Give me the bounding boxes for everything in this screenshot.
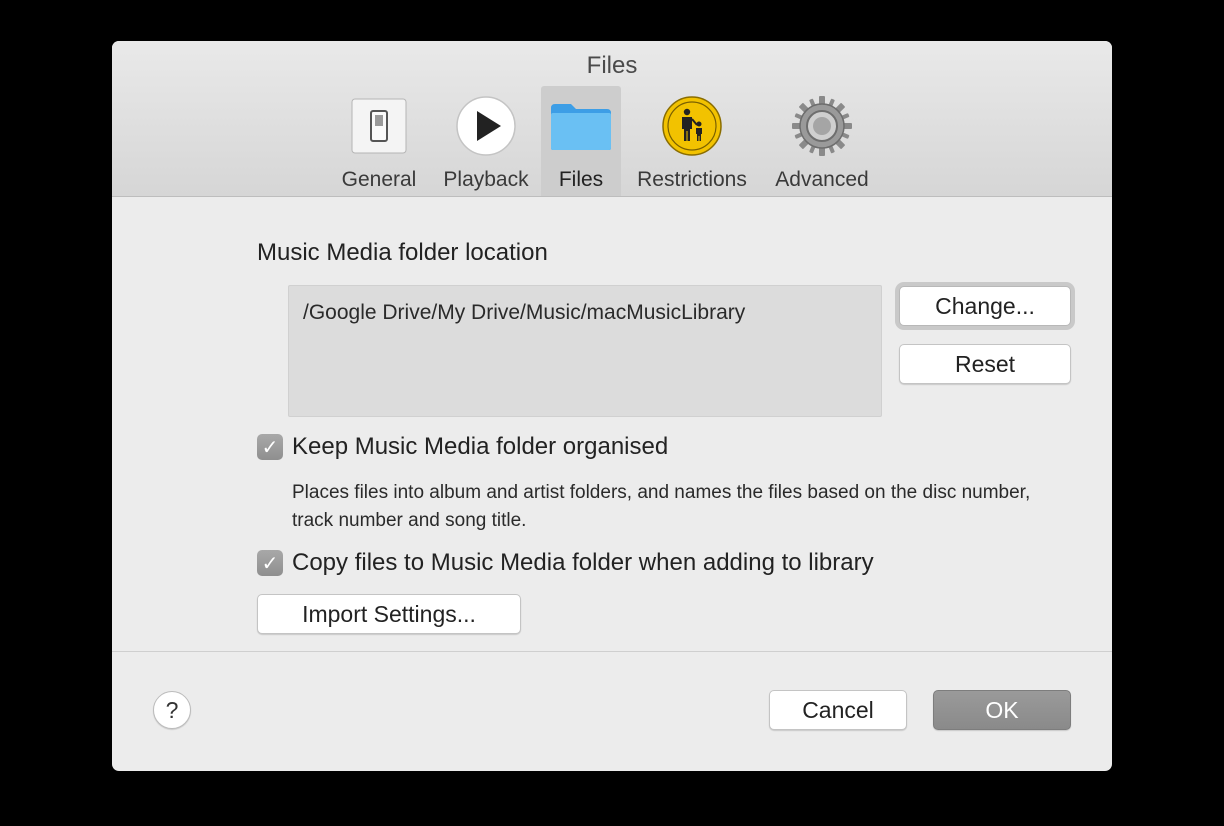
help-button[interactable]: ? [153, 691, 191, 729]
tab-restrictions-label: Restrictions [637, 168, 747, 191]
copy-files-label[interactable]: Copy files to Music Media folder when ad… [292, 549, 874, 577]
tab-files[interactable]: Files [541, 86, 621, 196]
play-icon [453, 92, 519, 160]
cancel-button[interactable]: Cancel [769, 690, 907, 730]
keep-organised-checkbox[interactable]: ✓ [257, 434, 283, 460]
change-button[interactable]: Change... [899, 286, 1071, 326]
tab-advanced[interactable]: Advanced [769, 86, 875, 196]
reset-button[interactable]: Reset [899, 344, 1071, 384]
checkmark-icon: ✓ [261, 552, 279, 575]
footer-divider [112, 651, 1112, 652]
parental-controls-icon [659, 92, 725, 160]
tab-general-label: General [341, 168, 417, 191]
tab-advanced-label: Advanced [775, 168, 869, 191]
media-folder-path: /Google Drive/My Drive/Music/macMusicLib… [303, 301, 746, 324]
keep-organised-description: Places files into album and artist folde… [292, 482, 1031, 531]
media-folder-path-box: /Google Drive/My Drive/Music/macMusicLib… [288, 285, 882, 417]
import-settings-button[interactable]: Import Settings... [257, 594, 521, 634]
tab-files-label: Files [558, 168, 604, 191]
folder-icon [548, 92, 614, 160]
tab-general[interactable]: General [339, 86, 419, 196]
copy-files-checkbox[interactable]: ✓ [257, 550, 283, 576]
tab-playback[interactable]: Playback [438, 86, 534, 196]
tab-playback-label: Playback [443, 168, 529, 191]
preferences-window: Files General Playback Files Restriction… [112, 41, 1112, 771]
media-folder-title: Music Media folder location [257, 239, 548, 266]
ok-button[interactable]: OK [933, 690, 1071, 730]
keep-organised-label[interactable]: Keep Music Media folder organised [292, 433, 668, 461]
gear-icon [789, 92, 855, 160]
checkmark-icon: ✓ [261, 436, 279, 459]
tab-restrictions[interactable]: Restrictions [629, 86, 755, 196]
preferences-toolbar: Files General Playback Files Restriction… [112, 41, 1112, 197]
window-title: Files [586, 52, 638, 79]
switch-icon [346, 92, 412, 160]
